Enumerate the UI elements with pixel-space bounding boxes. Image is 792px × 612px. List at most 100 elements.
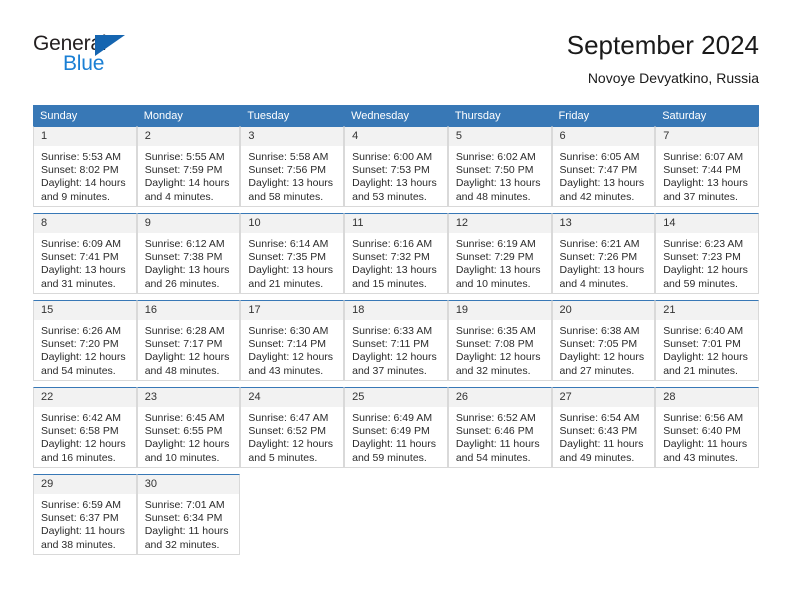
calendar-page: General Blue September 2024 Novoye Devya… [0,0,792,612]
day-cell[interactable]: 28 Sunrise: 6:56 AM Sunset: 6:40 PM Dayligh… [655,387,759,468]
daylight-text-line1: Daylight: 13 hours [144,264,230,277]
calendar-day-cell: 9 Sunrise: 6:12 AM Sunset: 7:38 PM Daylight… [136,213,241,294]
daylight-text-line2: and 32 minutes. [144,538,220,551]
day-sun-info: Sunrise: 6:02 AM Sunset: 7:50 PM Daylight:… [449,146,551,204]
day-cell[interactable]: 15 Sunrise: 6:26 AM Sunset: 7:20 PM Dayligh… [33,300,137,381]
daylight-text-line2: and 43 minutes. [663,451,738,464]
day-sun-info: Sunrise: 6:28 AM Sunset: 7:17 PM Daylight:… [138,320,240,378]
day-cell[interactable]: 4 Sunrise: 6:00 AM Sunset: 7:53 PM Daylight… [344,126,448,207]
day-sun-info: Sunrise: 5:58 AM Sunset: 7:56 PM Daylight:… [241,146,343,204]
day-cell[interactable]: 7 Sunrise: 6:07 AM Sunset: 7:44 PM Daylight… [655,126,759,207]
sunset-text: Sunset: 8:02 PM [41,164,119,177]
day-cell[interactable]: 23 Sunrise: 6:45 AM Sunset: 6:55 PM Dayligh… [136,387,241,468]
calendar-day-cell: 16 Sunrise: 6:28 AM Sunset: 7:17 PM Dayligh… [136,300,241,381]
daylight-text-line2: and 58 minutes. [248,190,324,203]
general-blue-logo: General Blue [33,30,163,82]
daylight-text-line1: Daylight: 11 hours [41,525,125,538]
daylight-text-line1: Daylight: 11 hours [144,525,229,538]
calendar-day-cell: 26 Sunrise: 6:52 AM Sunset: 6:46 PM Dayligh… [447,387,552,468]
calendar-day-cell: 28 Sunrise: 6:56 AM Sunset: 6:40 PM Dayligh… [655,387,759,468]
calendar-day-cell: 22 Sunrise: 6:42 AM Sunset: 6:58 PM Dayligh… [33,387,137,468]
day-cell[interactable]: 14 Sunrise: 6:23 AM Sunset: 7:23 PM Dayligh… [655,213,759,294]
calendar-day-cell: 20 Sunrise: 6:38 AM Sunset: 7:05 PM Dayligh… [551,300,656,381]
day-cell[interactable]: 30 Sunrise: 7:01 AM Sunset: 6:34 PM Dayligh… [136,474,241,555]
day-sun-info: Sunrise: 6:56 AM Sunset: 6:40 PM Daylight:… [656,407,758,465]
daylight-text-line2: and 31 minutes. [41,277,116,290]
day-cell[interactable]: 9 Sunrise: 6:12 AM Sunset: 7:38 PM Daylight… [136,213,241,294]
sunrise-text: Sunrise: 6:21 AM [559,238,640,250]
day-cell[interactable]: 13 Sunrise: 6:21 AM Sunset: 7:26 PM Dayligh… [551,213,656,294]
day-cell[interactable]: 11 Sunrise: 6:16 AM Sunset: 7:32 PM Dayligh… [344,213,448,294]
daylight-text-line1: Daylight: 12 hours [41,351,126,364]
day-cell[interactable]: 12 Sunrise: 6:19 AM Sunset: 7:29 PM Dayligh… [447,213,552,294]
sunrise-text: Sunrise: 6:40 AM [663,325,744,337]
day-cell[interactable]: 17 Sunrise: 6:30 AM Sunset: 7:14 PM Dayligh… [240,300,345,381]
calendar-day-cell: 24 Sunrise: 6:47 AM Sunset: 6:52 PM Dayligh… [240,387,345,468]
day-cell[interactable]: 3 Sunrise: 5:58 AM Sunset: 7:56 PM Daylight… [240,126,345,207]
daylight-text-line1: Daylight: 12 hours [248,438,334,451]
empty-day-cell [240,474,344,555]
calendar-day-cell: 14 Sunrise: 6:23 AM Sunset: 7:23 PM Dayligh… [655,213,759,294]
day-cell[interactable]: 2 Sunrise: 5:55 AM Sunset: 7:59 PM Daylight… [136,126,241,207]
daylight-text-line2: and 43 minutes. [248,364,324,377]
sunrise-text: Sunrise: 6:07 AM [663,151,744,163]
sunset-text: Sunset: 7:17 PM [144,338,223,351]
day-number: 13 [552,214,655,233]
day-sun-info: Sunrise: 5:55 AM Sunset: 7:59 PM Daylight:… [138,146,240,204]
daylight-text-line2: and 54 minutes. [455,451,531,464]
day-number: 25 [345,388,447,407]
calendar-week-row: 22 Sunrise: 6:42 AM Sunset: 6:58 PM Dayligh… [33,387,759,468]
sunset-text: Sunset: 6:43 PM [559,425,638,438]
calendar-day-cell: 25 Sunrise: 6:49 AM Sunset: 6:49 PM Dayligh… [344,387,448,468]
day-cell[interactable]: 1 Sunrise: 5:53 AM Sunset: 8:02 PM Daylight… [33,126,137,207]
day-cell[interactable]: 10 Sunrise: 6:14 AM Sunset: 7:35 PM Dayligh… [240,213,345,294]
sunset-text: Sunset: 7:56 PM [248,164,327,177]
empty-day-cell [344,474,448,555]
day-sun-info: Sunrise: 6:14 AM Sunset: 7:35 PM Daylight:… [241,233,343,291]
sunset-text: Sunset: 7:26 PM [559,251,638,264]
daylight-text-line2: and 48 minutes. [144,364,220,377]
day-cell[interactable]: 25 Sunrise: 6:49 AM Sunset: 6:49 PM Dayligh… [344,387,448,468]
weekday-header-sunday: Sunday [33,105,137,126]
day-cell[interactable]: 8 Sunrise: 6:09 AM Sunset: 7:41 PM Daylight… [33,213,137,294]
day-sun-info: Sunrise: 6:12 AM Sunset: 7:38 PM Daylight:… [138,233,240,291]
calendar-day-cell: 7 Sunrise: 6:07 AM Sunset: 7:44 PM Daylight… [655,126,759,207]
day-cell[interactable]: 26 Sunrise: 6:52 AM Sunset: 6:46 PM Dayligh… [447,387,552,468]
day-number: 8 [34,214,136,233]
daylight-text-line2: and 21 minutes. [248,277,324,290]
day-number: 10 [241,214,344,233]
calendar-day-cell: 11 Sunrise: 6:16 AM Sunset: 7:32 PM Dayligh… [344,213,448,294]
day-number: 18 [345,301,447,320]
day-number: 22 [34,388,136,407]
calendar-week-row: 1 Sunrise: 5:53 AM Sunset: 8:02 PM Daylight… [33,126,759,207]
day-cell[interactable]: 6 Sunrise: 6:05 AM Sunset: 7:47 PM Daylight… [551,126,656,207]
day-cell[interactable]: 27 Sunrise: 6:54 AM Sunset: 6:43 PM Dayligh… [551,387,656,468]
daylight-text-line2: and 42 minutes. [559,190,635,203]
day-sun-info: Sunrise: 6:59 AM Sunset: 6:37 PM Daylight:… [34,494,136,552]
day-number: 23 [137,388,240,407]
day-cell[interactable]: 20 Sunrise: 6:38 AM Sunset: 7:05 PM Dayligh… [551,300,656,381]
day-cell[interactable]: 22 Sunrise: 6:42 AM Sunset: 6:58 PM Dayligh… [33,387,137,468]
day-number: 3 [241,127,344,146]
calendar-day-cell: 8 Sunrise: 6:09 AM Sunset: 7:41 PM Daylight… [33,213,137,294]
day-number: 6 [552,127,655,146]
day-cell[interactable]: 18 Sunrise: 6:33 AM Sunset: 7:11 PM Dayligh… [344,300,448,381]
sunrise-text: Sunrise: 5:55 AM [144,151,225,163]
day-cell[interactable]: 29 Sunrise: 6:59 AM Sunset: 6:37 PM Dayligh… [33,474,137,555]
daylight-text-line1: Daylight: 12 hours [352,351,437,364]
day-number: 15 [34,301,136,320]
calendar-week-row: 8 Sunrise: 6:09 AM Sunset: 7:41 PM Daylight… [33,213,759,294]
daylight-text-line1: Daylight: 12 hours [663,351,748,364]
day-cell[interactable]: 5 Sunrise: 6:02 AM Sunset: 7:50 PM Daylight… [447,126,552,207]
sunset-text: Sunset: 7:35 PM [248,251,327,264]
sunset-text: Sunset: 7:41 PM [41,251,119,264]
day-number: 2 [137,127,240,146]
day-number: 20 [552,301,655,320]
day-cell[interactable]: 21 Sunrise: 6:40 AM Sunset: 7:01 PM Dayligh… [655,300,759,381]
day-number: 19 [448,301,551,320]
day-cell[interactable]: 19 Sunrise: 6:35 AM Sunset: 7:08 PM Dayligh… [447,300,552,381]
daylight-text-line1: Daylight: 12 hours [144,438,230,451]
day-cell[interactable]: 16 Sunrise: 6:28 AM Sunset: 7:17 PM Dayligh… [136,300,241,381]
day-cell[interactable]: 24 Sunrise: 6:47 AM Sunset: 6:52 PM Dayligh… [240,387,345,468]
day-sun-info: Sunrise: 6:45 AM Sunset: 6:55 PM Daylight:… [138,407,240,465]
